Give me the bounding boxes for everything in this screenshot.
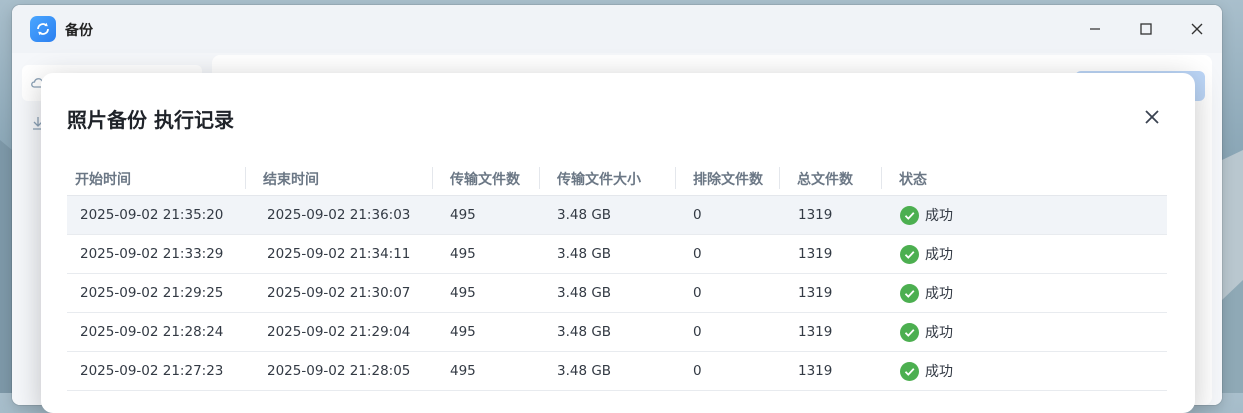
cell-excluded-count: 0 bbox=[693, 207, 702, 223]
table-row[interactable]: 2025-09-02 21:27:23 2025-09-02 21:28:05 … bbox=[67, 352, 1167, 391]
cell-start-time: 2025-09-02 21:35:20 bbox=[80, 207, 224, 223]
status-label: 成功 bbox=[925, 325, 953, 341]
status-badge: 成功 bbox=[900, 244, 953, 264]
table-header: 开始时间 结束时间 传输文件数 传输文件大小 排除文件数 总文件数 状态 bbox=[67, 163, 1167, 196]
status-badge: 成功 bbox=[900, 283, 953, 303]
header-excluded-count[interactable]: 排除文件数 bbox=[693, 169, 763, 189]
cell-start-time: 2025-09-02 21:27:23 bbox=[80, 363, 224, 379]
status-badge: 成功 bbox=[900, 205, 953, 225]
header-transferred-size[interactable]: 传输文件大小 bbox=[557, 169, 641, 189]
cell-end-time: 2025-09-02 21:36:03 bbox=[267, 207, 411, 223]
header-start-time[interactable]: 开始时间 bbox=[75, 169, 131, 189]
column-divider[interactable] bbox=[779, 167, 780, 189]
cell-excluded-count: 0 bbox=[693, 324, 702, 340]
column-divider[interactable] bbox=[539, 167, 540, 189]
header-status[interactable]: 状态 bbox=[899, 169, 927, 189]
cell-start-time: 2025-09-02 21:33:29 bbox=[80, 246, 224, 262]
cell-excluded-count: 0 bbox=[693, 363, 702, 379]
check-circle-icon bbox=[900, 205, 919, 225]
cell-transferred-count: 495 bbox=[450, 285, 476, 301]
cell-excluded-count: 0 bbox=[693, 285, 702, 301]
status-label: 成功 bbox=[925, 364, 953, 380]
header-transferred-count[interactable]: 传输文件数 bbox=[450, 169, 520, 189]
status-label: 成功 bbox=[925, 286, 953, 302]
cell-transferred-count: 495 bbox=[450, 207, 476, 223]
header-end-time[interactable]: 结束时间 bbox=[263, 169, 319, 189]
cell-transferred-count: 495 bbox=[450, 246, 476, 262]
status-badge: 成功 bbox=[900, 361, 953, 381]
cell-end-time: 2025-09-02 21:30:07 bbox=[267, 285, 411, 301]
cell-transferred-count: 495 bbox=[450, 363, 476, 379]
table-row[interactable]: 2025-09-02 21:28:24 2025-09-02 21:29:04 … bbox=[67, 313, 1167, 352]
table-row[interactable]: 2025-09-02 21:29:25 2025-09-02 21:30:07 … bbox=[67, 274, 1167, 313]
cell-total-count: 1319 bbox=[798, 363, 833, 379]
records-table: 开始时间 结束时间 传输文件数 传输文件大小 排除文件数 总文件数 状态 202… bbox=[67, 163, 1167, 391]
cell-transferred-size: 3.48 GB bbox=[557, 246, 612, 262]
column-divider[interactable] bbox=[881, 167, 882, 189]
cell-start-time: 2025-09-02 21:29:25 bbox=[80, 285, 224, 301]
cell-transferred-size: 3.48 GB bbox=[557, 363, 612, 379]
table-row[interactable]: 2025-09-02 21:33:29 2025-09-02 21:34:11 … bbox=[67, 235, 1167, 274]
cell-transferred-size: 3.48 GB bbox=[557, 324, 612, 340]
check-circle-icon bbox=[900, 283, 919, 303]
cell-transferred-size: 3.48 GB bbox=[557, 285, 612, 301]
dialog-title: 照片备份 执行记录 bbox=[67, 108, 234, 132]
execution-record-dialog: 照片备份 执行记录 开始时间 结束时间 传输文件数 传输文件大小 排除文件数 总… bbox=[41, 73, 1195, 413]
cell-total-count: 1319 bbox=[798, 207, 833, 223]
cell-excluded-count: 0 bbox=[693, 246, 702, 262]
cell-end-time: 2025-09-02 21:34:11 bbox=[267, 246, 411, 262]
column-divider[interactable] bbox=[245, 167, 246, 189]
check-circle-icon bbox=[900, 244, 919, 264]
column-divider[interactable] bbox=[675, 167, 676, 189]
cell-transferred-count: 495 bbox=[450, 324, 476, 340]
close-icon[interactable] bbox=[1140, 105, 1164, 129]
table-row[interactable]: 2025-09-02 21:35:20 2025-09-02 21:36:03 … bbox=[67, 196, 1167, 235]
status-label: 成功 bbox=[925, 247, 953, 263]
cell-total-count: 1319 bbox=[798, 285, 833, 301]
status-badge: 成功 bbox=[900, 322, 953, 342]
cell-end-time: 2025-09-02 21:29:04 bbox=[267, 324, 411, 340]
cell-total-count: 1319 bbox=[798, 246, 833, 262]
header-total-count[interactable]: 总文件数 bbox=[797, 169, 853, 189]
cell-start-time: 2025-09-02 21:28:24 bbox=[80, 324, 224, 340]
check-circle-icon bbox=[900, 322, 919, 342]
column-divider[interactable] bbox=[432, 167, 433, 189]
status-label: 成功 bbox=[925, 208, 953, 224]
cell-total-count: 1319 bbox=[798, 324, 833, 340]
check-circle-icon bbox=[900, 361, 919, 381]
cell-transferred-size: 3.48 GB bbox=[557, 207, 612, 223]
cell-end-time: 2025-09-02 21:28:05 bbox=[267, 363, 411, 379]
